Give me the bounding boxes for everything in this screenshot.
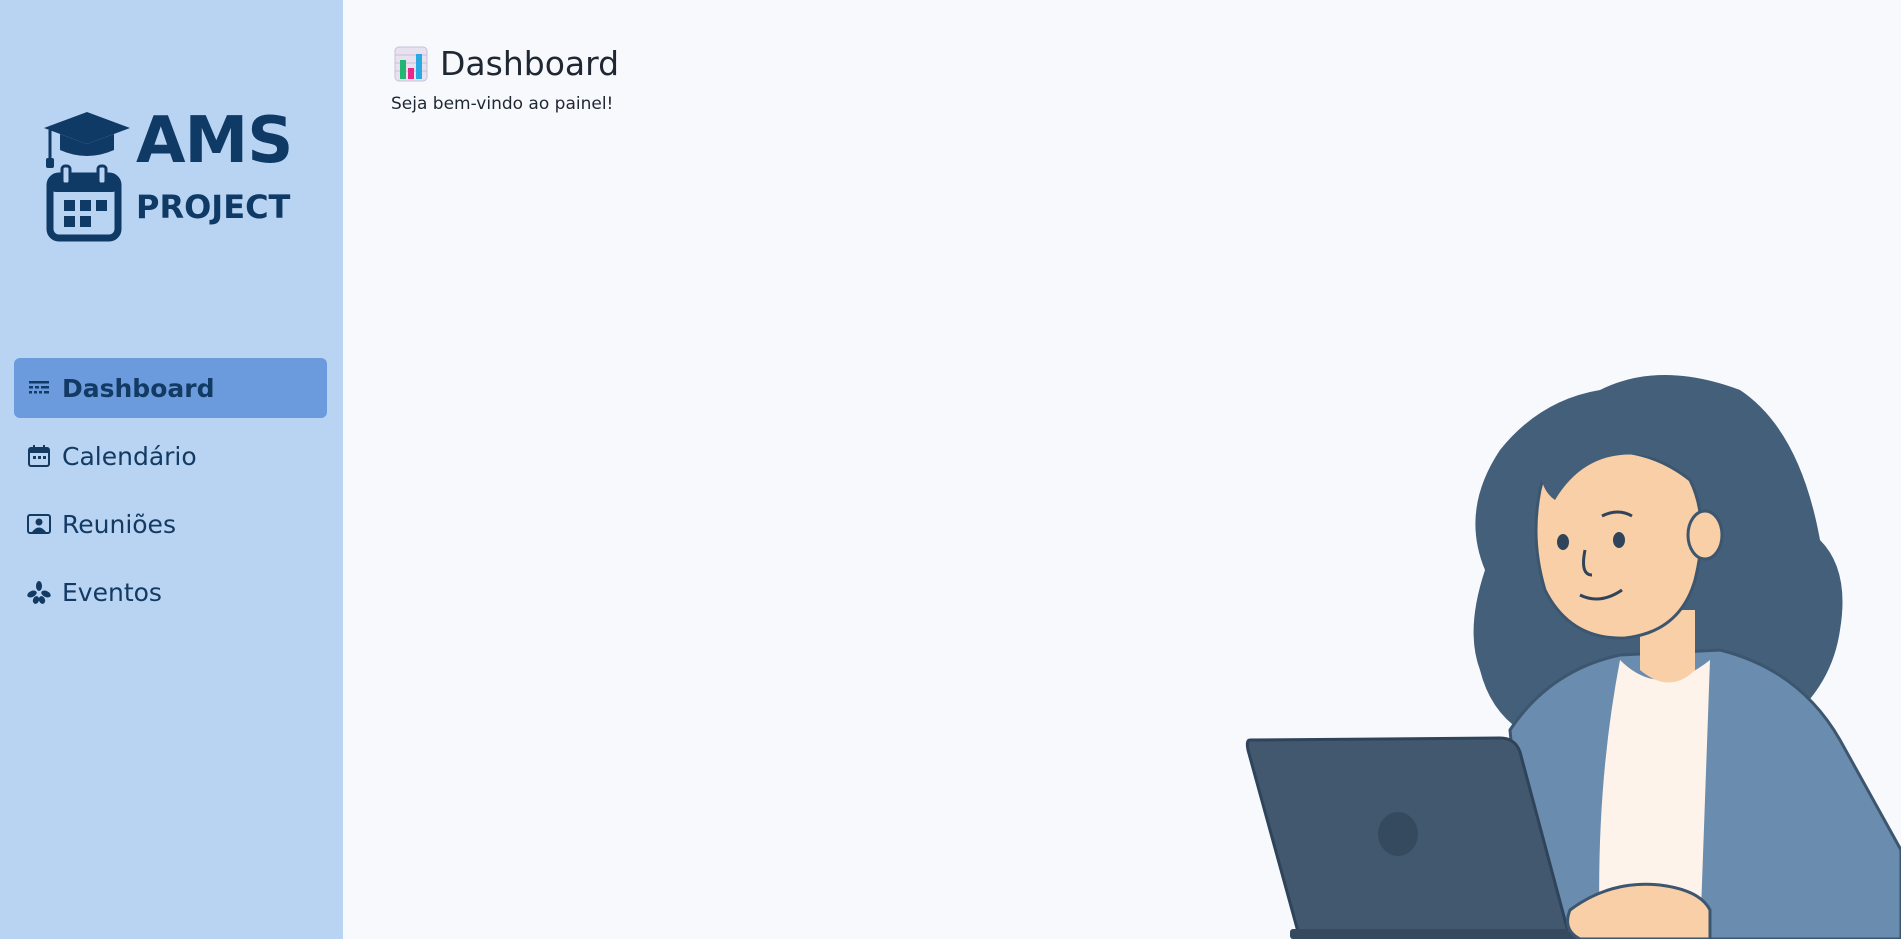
- dashboard-icon: [26, 375, 52, 401]
- woman-laptop-illustration: [1245, 375, 1901, 939]
- sidebar-item-calendario[interactable]: Calendário: [14, 426, 327, 486]
- calendar-icon: [26, 443, 52, 469]
- logo-subtitle: PROJECT: [136, 188, 291, 226]
- page-title: Dashboard: [394, 44, 619, 83]
- page-title-text: Dashboard: [440, 44, 620, 83]
- sidebar-nav: Dashboard Calendário Reuniões Eventos: [14, 358, 327, 630]
- sidebar-item-label: Calendário: [62, 441, 197, 471]
- logo: AMS PROJECT: [42, 104, 312, 243]
- sidebar-item-reunioes[interactable]: Reuniões: [14, 494, 327, 554]
- bar-chart-icon: [394, 46, 428, 82]
- graduation-calendar-icon: [44, 112, 130, 242]
- sidebar-item-eventos[interactable]: Eventos: [14, 562, 327, 622]
- sidebar: AMS PROJECT Dashboard Calendário Reuniõe…: [0, 0, 343, 939]
- sidebar-item-label: Reuniões: [62, 509, 176, 539]
- logo-title: AMS: [136, 104, 293, 178]
- events-icon: [26, 579, 52, 605]
- sidebar-item-label: Eventos: [62, 577, 162, 607]
- meeting-icon: [26, 511, 52, 537]
- sidebar-item-label: Dashboard: [62, 373, 215, 403]
- welcome-text: Seja bem-vindo ao painel!: [391, 94, 614, 114]
- sidebar-item-dashboard[interactable]: Dashboard: [14, 358, 327, 418]
